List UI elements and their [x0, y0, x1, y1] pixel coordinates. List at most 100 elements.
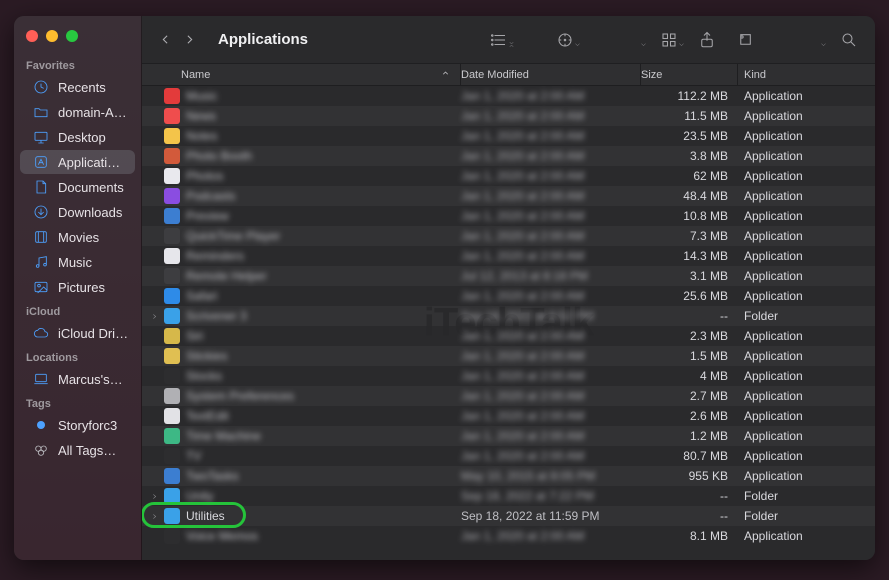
file-date: May 10, 2015 at 8:05 PM — [461, 469, 641, 483]
sidebar-item[interactable]: Downloads — [20, 200, 135, 224]
file-kind: Folder — [738, 489, 875, 503]
file-row[interactable]: RemindersJan 1, 2020 at 2:00 AM14.3 MBAp… — [142, 246, 875, 266]
file-size: 8.1 MB — [641, 529, 738, 543]
file-name: Stocks — [186, 369, 461, 383]
column-date-header[interactable]: Date Modified — [461, 64, 641, 85]
sidebar-item[interactable]: Pictures — [20, 275, 135, 299]
forward-button[interactable] — [178, 29, 200, 51]
file-row[interactable]: Remote HelperJul 12, 2013 at 8:18 PM3.1 … — [142, 266, 875, 286]
file-name: Photos — [186, 169, 461, 183]
window-controls — [14, 22, 141, 54]
disclosure-triangle-icon[interactable] — [148, 513, 160, 520]
back-button[interactable] — [154, 29, 176, 51]
file-kind: Application — [738, 389, 875, 403]
sidebar-item[interactable]: Movies — [20, 225, 135, 249]
file-kind: Application — [738, 189, 875, 203]
main-panel: Applications — [142, 16, 875, 560]
group-by-icon[interactable] — [551, 28, 579, 52]
action-menu-icon[interactable] — [617, 28, 645, 52]
file-size: 3.1 MB — [641, 269, 738, 283]
sidebar-item[interactable]: Documents — [20, 175, 135, 199]
sidebar-item[interactable]: All Tags… — [20, 438, 135, 462]
file-row[interactable]: NewsJan 1, 2020 at 2:00 AM11.5 MBApplica… — [142, 106, 875, 126]
column-size-header[interactable]: Size — [641, 64, 738, 85]
file-name: TextEdit — [186, 409, 461, 423]
column-name-header[interactable]: Name — [142, 64, 461, 85]
file-row[interactable]: TextEditJan 1, 2020 at 2:00 AM2.6 MBAppl… — [142, 406, 875, 426]
file-name: TV — [186, 449, 461, 463]
file-date: Jan 1, 2020 at 2:00 AM — [461, 449, 641, 463]
disclosure-triangle-icon[interactable] — [148, 313, 160, 320]
search-icon[interactable] — [835, 28, 863, 52]
file-date: Sep 18, 2022 at 6:52 PM — [461, 309, 641, 323]
more-icon[interactable] — [797, 28, 825, 52]
sidebar-item-label: Marcus's… — [58, 372, 123, 387]
file-row[interactable]: System PreferencesJan 1, 2020 at 2:00 AM… — [142, 386, 875, 406]
sidebar-item[interactable]: Marcus's… — [20, 367, 135, 391]
file-kind: Application — [738, 429, 875, 443]
file-name: Podcasts — [186, 189, 461, 203]
file-row[interactable]: PreviewJan 1, 2020 at 2:00 AM10.8 MBAppl… — [142, 206, 875, 226]
file-icon — [164, 228, 180, 244]
sidebar-item-label: Recents — [58, 80, 106, 95]
tag-icon[interactable] — [731, 28, 759, 52]
file-row[interactable]: StickiesJan 1, 2020 at 2:00 AM1.5 MBAppl… — [142, 346, 875, 366]
file-kind: Application — [738, 269, 875, 283]
file-row[interactable]: MusicJan 1, 2020 at 2:00 AM112.2 MBAppli… — [142, 86, 875, 106]
file-icon — [164, 528, 180, 544]
sidebar-item[interactable]: Applicati… — [20, 150, 135, 174]
file-row[interactable]: Photo BoothJan 1, 2020 at 2:00 AM3.8 MBA… — [142, 146, 875, 166]
disclosure-triangle-icon[interactable] — [148, 493, 160, 500]
file-name: Scrivener 3 — [186, 309, 461, 323]
column-kind-header[interactable]: Kind — [738, 64, 875, 85]
file-kind: Application — [738, 349, 875, 363]
file-date: Jan 1, 2020 at 2:00 AM — [461, 209, 641, 223]
file-row[interactable]: UnitySep 18, 2022 at 7:22 PM--Folder — [142, 486, 875, 506]
file-row[interactable]: Time MachineJan 1, 2020 at 2:00 AM1.2 MB… — [142, 426, 875, 446]
file-name: Reminders — [186, 249, 461, 263]
file-row[interactable]: SafariJan 1, 2020 at 2:00 AM25.6 MBAppli… — [142, 286, 875, 306]
file-icon — [164, 488, 180, 504]
file-row[interactable]: StocksJan 1, 2020 at 2:00 AM4 MBApplicat… — [142, 366, 875, 386]
file-icon — [164, 288, 180, 304]
file-date: Jan 1, 2020 at 2:00 AM — [461, 389, 641, 403]
file-icon — [164, 88, 180, 104]
file-row[interactable]: TwoTasksMay 10, 2015 at 8:05 PM955 KBApp… — [142, 466, 875, 486]
sidebar-item[interactable]: Recents — [20, 75, 135, 99]
sidebar-item[interactable]: domain-A… — [20, 100, 135, 124]
file-row[interactable]: QuickTime PlayerJan 1, 2020 at 2:00 AM7.… — [142, 226, 875, 246]
maximize-button[interactable] — [66, 30, 78, 42]
file-icon — [164, 448, 180, 464]
file-date: Jan 1, 2020 at 2:00 AM — [461, 249, 641, 263]
file-size: 2.3 MB — [641, 329, 738, 343]
file-date: Sep 18, 2022 at 7:22 PM — [461, 489, 641, 503]
music-icon — [32, 253, 50, 271]
file-row[interactable]: SiriJan 1, 2020 at 2:00 AM2.3 MBApplicat… — [142, 326, 875, 346]
sidebar-item-label: Applicati… — [58, 155, 120, 170]
file-row[interactable]: Scrivener 3Sep 18, 2022 at 6:52 PM--Fold… — [142, 306, 875, 326]
file-icon — [164, 308, 180, 324]
cloud-icon — [32, 324, 50, 342]
sidebar-item[interactable]: Storyforc3 — [20, 413, 135, 437]
file-name: QuickTime Player — [186, 229, 461, 243]
sidebar-item[interactable]: Desktop — [20, 125, 135, 149]
minimize-button[interactable] — [46, 30, 58, 42]
file-size: 11.5 MB — [641, 109, 738, 123]
file-row[interactable]: PhotosJan 1, 2020 at 2:00 AM62 MBApplica… — [142, 166, 875, 186]
file-icon — [164, 388, 180, 404]
sidebar-item[interactable]: iCloud Dri… — [20, 321, 135, 345]
file-row[interactable]: UtilitiesSep 18, 2022 at 11:59 PM--Folde… — [142, 506, 875, 526]
file-list[interactable]: iTechTalk MusicJan 1, 2020 at 2:00 AM112… — [142, 86, 875, 560]
share-icon[interactable] — [693, 28, 721, 52]
grid-view-icon[interactable] — [655, 28, 683, 52]
view-list-icon[interactable] — [485, 28, 513, 52]
file-name: System Preferences — [186, 389, 461, 403]
sidebar-item[interactable]: Music — [20, 250, 135, 274]
close-button[interactable] — [26, 30, 38, 42]
file-row[interactable]: PodcastsJan 1, 2020 at 2:00 AM48.4 MBApp… — [142, 186, 875, 206]
file-row[interactable]: TVJan 1, 2020 at 2:00 AM80.7 MBApplicati… — [142, 446, 875, 466]
file-row[interactable]: NotesJan 1, 2020 at 2:00 AM23.5 MBApplic… — [142, 126, 875, 146]
file-icon — [164, 508, 180, 524]
file-size: -- — [641, 509, 738, 523]
file-row[interactable]: Voice MemosJan 1, 2020 at 2:00 AM8.1 MBA… — [142, 526, 875, 546]
